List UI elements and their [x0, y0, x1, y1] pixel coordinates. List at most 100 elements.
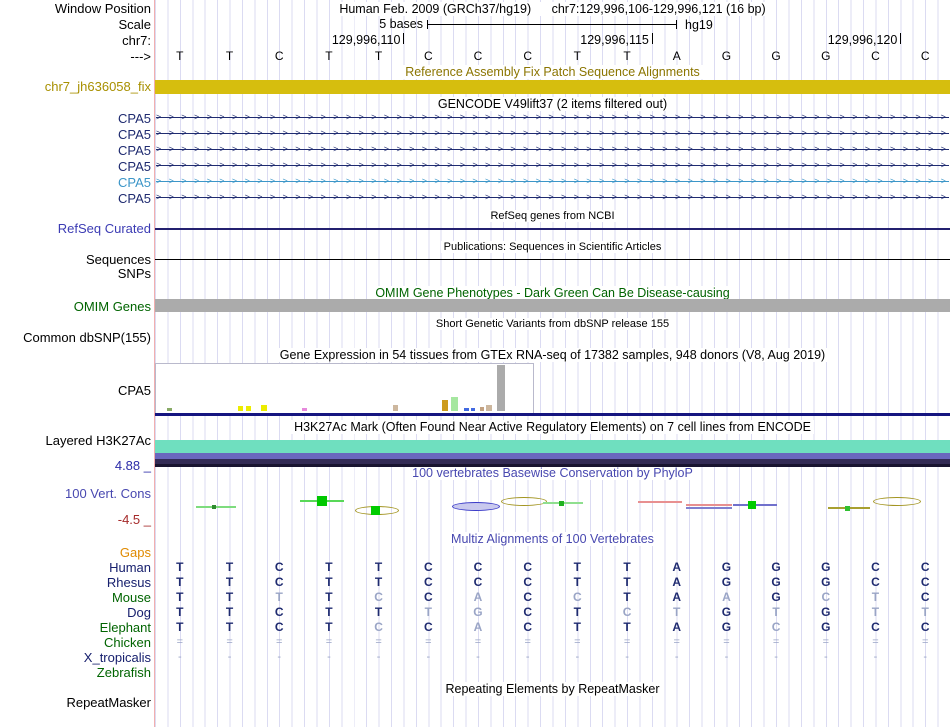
conservation-mark-square [558, 500, 564, 506]
alignment-base: = [574, 636, 581, 648]
omim-genes-label[interactable]: OMIM Genes [0, 300, 151, 314]
alignment-base: T [225, 605, 234, 619]
sequence-base: C [274, 49, 284, 63]
repeatmasker-title[interactable]: Repeating Elements by RepeatMasker [442, 682, 663, 696]
dbsnp-label[interactable]: Common dbSNP(155) [0, 331, 151, 345]
alignment-base: C [523, 605, 532, 619]
gtex-plot-box[interactable] [155, 363, 534, 414]
refseq-curated-line[interactable] [155, 228, 950, 230]
alignment-base: C [871, 575, 880, 589]
publications-title[interactable]: Publications: Sequences in Scientific Ar… [440, 241, 665, 253]
dbsnp-title[interactable]: Short Genetic Variants from dbSNP releas… [432, 318, 673, 330]
omim-genes-bar[interactable] [155, 299, 950, 312]
alignment-base: C [771, 620, 781, 634]
repeatmasker-label[interactable]: RepeatMasker [0, 696, 151, 710]
fix-patch-title[interactable]: Reference Assembly Fix Patch Sequence Al… [402, 65, 703, 79]
gtex-title[interactable]: Gene Expression in 54 tissues from GTEx … [276, 348, 829, 362]
conservation-mark-ellipse [501, 497, 547, 506]
sequence-base: C [523, 49, 532, 63]
gencode-transcript-label[interactable]: CPA5 [0, 144, 151, 158]
position-tick [403, 33, 405, 44]
alignment-base: C [274, 560, 284, 574]
gencode-transcript-row[interactable]: >>>>>>>>>>>>>>>>>>>>>>>>>>>>>>>>>>>>>>>>… [156, 177, 949, 186]
sequence-base: C [423, 49, 433, 63]
alignment-base: C [523, 620, 532, 634]
multiz-label-chicken[interactable]: Chicken [0, 636, 151, 650]
multiz-gaps-label[interactable]: Gaps [0, 546, 151, 560]
conservation-title[interactable]: 100 vertebrates Basewise Conservation by… [409, 466, 696, 480]
omim-title[interactable]: OMIM Gene Phenotypes - Dark Green Can Be… [372, 286, 733, 300]
alignment-base: T [325, 620, 333, 634]
position-tick [651, 33, 653, 44]
scale-value: 5 bases [379, 17, 423, 31]
conservation-label[interactable]: 100 Vert. Cons [0, 487, 151, 501]
conservation-mark-line [686, 504, 732, 506]
alignment-base: T [374, 605, 383, 619]
alignment-base: C [423, 575, 433, 589]
alignment-base: T [623, 590, 631, 604]
refseq-curated-label[interactable]: RefSeq Curated [0, 222, 151, 236]
gencode-title[interactable]: GENCODE V49lift37 (2 items filtered out) [434, 97, 671, 111]
gencode-transcript-label[interactable]: CPA5 [0, 160, 151, 174]
alignment-base: C [871, 560, 880, 574]
alignment-base: C [274, 575, 284, 589]
alignment-base: G [821, 605, 831, 619]
position-title: chr7:129,996,106-129,996,121 (16 bp) [537, 2, 769, 16]
alignment-base: C [423, 620, 433, 634]
gencode-transcript-label[interactable]: CPA5 [0, 112, 151, 126]
alignment-base: C [523, 575, 532, 589]
scale-label: Scale [118, 17, 151, 32]
gtex-baseline [155, 413, 950, 416]
conservation-mark-square [212, 505, 216, 509]
sequence-base: T [573, 49, 582, 63]
gtex-expression-bar [302, 408, 307, 411]
alignment-base: C [374, 590, 383, 604]
alignment-base: T [176, 560, 184, 574]
fix-patch-bar[interactable] [155, 80, 950, 94]
multiz-label-x_tropicalis[interactable]: X_tropicalis [0, 651, 151, 665]
gencode-transcript-row[interactable]: >>>>>>>>>>>>>>>>>>>>>>>>>>>>>>>>>>>>>>>>… [156, 161, 949, 170]
sequences-label[interactable]: Sequences [0, 253, 151, 267]
multiz-label-human[interactable]: Human [0, 561, 151, 575]
gencode-transcript-label[interactable]: CPA5 [0, 128, 151, 142]
alignment-base: = [921, 636, 929, 648]
gtex-expression-bar [167, 408, 172, 411]
alignment-base: C [274, 620, 284, 634]
h3k27ac-title[interactable]: H3K27Ac Mark (Often Found Near Active Re… [291, 420, 814, 434]
alignment-base: = [375, 636, 382, 648]
gencode-transcript-label[interactable]: CPA5 [0, 192, 151, 206]
multiz-label-zebrafish[interactable]: Zebrafish [0, 666, 151, 680]
h3k27ac-band [155, 464, 950, 467]
alignment-base: A [672, 575, 682, 589]
refseq-title[interactable]: RefSeq genes from NCBI [487, 210, 618, 222]
fix-patch-label[interactable]: chr7_jh636058_fix [0, 80, 151, 94]
assembly-title: Human Feb. 2009 (GRCh37/hg19) [336, 2, 535, 16]
position-tick-label: 129,996,110 [331, 33, 401, 47]
gencode-transcript-row[interactable]: >>>>>>>>>>>>>>>>>>>>>>>>>>>>>>>>>>>>>>>>… [156, 129, 949, 138]
gencode-transcript-label[interactable]: CPA5 [0, 176, 151, 190]
multiz-label-elephant[interactable]: Elephant [0, 621, 151, 635]
chrom-label: chr7: [122, 33, 151, 48]
multiz-title[interactable]: Multiz Alignments of 100 Vertebrates [448, 532, 657, 546]
alignment-base: G [821, 575, 831, 589]
gtex-expression-bar [471, 408, 475, 411]
genome-browser-image: Window Position Human Feb. 2009 (GRCh37/… [0, 0, 950, 727]
multiz-label-dog[interactable]: Dog [0, 606, 151, 620]
alignment-base: A [473, 620, 483, 634]
gencode-transcript-row[interactable]: >>>>>>>>>>>>>>>>>>>>>>>>>>>>>>>>>>>>>>>>… [156, 113, 949, 122]
alignment-base: = [822, 636, 829, 648]
multiz-label-mouse[interactable]: Mouse [0, 591, 151, 605]
alignment-base: T [325, 605, 333, 619]
gencode-transcript-row[interactable]: >>>>>>>>>>>>>>>>>>>>>>>>>>>>>>>>>>>>>>>>… [156, 145, 949, 154]
conservation-mark-square [748, 501, 756, 509]
h3k27ac-label[interactable]: Layered H3K27Ac [0, 434, 151, 448]
alignment-base: T [176, 575, 184, 589]
multiz-label-rhesus[interactable]: Rhesus [0, 576, 151, 590]
alignment-base: T [573, 560, 582, 574]
snps-label[interactable]: SNPs [0, 267, 151, 281]
alignment-base: T [225, 620, 234, 634]
gencode-transcript-row[interactable]: >>>>>>>>>>>>>>>>>>>>>>>>>>>>>>>>>>>>>>>>… [156, 193, 949, 202]
gtex-expression-bar [464, 408, 469, 411]
sequences-line[interactable] [155, 259, 950, 260]
gtex-gene-label[interactable]: CPA5 [0, 384, 151, 398]
